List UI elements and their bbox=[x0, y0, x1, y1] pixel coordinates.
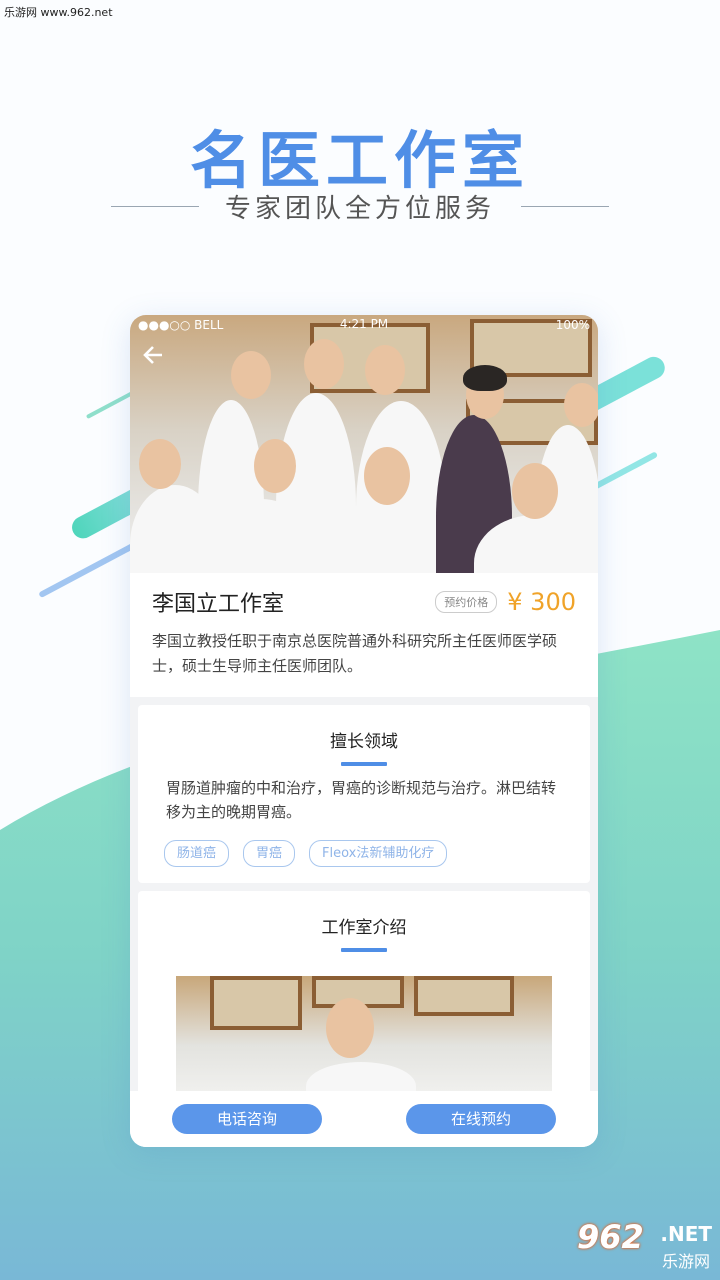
logo-number: 962 bbox=[577, 1218, 644, 1256]
divider-right bbox=[521, 205, 609, 207]
back-arrow-icon[interactable] bbox=[140, 341, 170, 371]
price-label: 预约价格 bbox=[435, 591, 498, 613]
specialty-tags: 肠道癌 胃癌 Fleox法新辅助化疗 bbox=[138, 824, 590, 867]
status-time: 4:21 PM bbox=[339, 317, 389, 331]
site-logo: 962 .NET 乐游网 bbox=[577, 1216, 712, 1272]
divider-left bbox=[110, 205, 199, 207]
specialty-title: 擅长领域 bbox=[330, 732, 398, 752]
price-value: ¥ 300 bbox=[507, 588, 576, 616]
nurse-head bbox=[564, 383, 598, 427]
logo-cn: 乐游网 bbox=[661, 1252, 710, 1271]
doctor-figure bbox=[306, 1062, 416, 1092]
intro-photo bbox=[176, 976, 552, 1092]
phone-mockup: ●●●○○ BELL 4:21 PM 100% 李国立工作室 预约价格 ¥ 30… bbox=[130, 315, 598, 1147]
doctor-head bbox=[254, 439, 296, 493]
doctor-head bbox=[365, 345, 405, 395]
title-underline bbox=[341, 948, 387, 952]
wall-frame bbox=[414, 976, 514, 1016]
doctor-head bbox=[326, 998, 374, 1058]
phone-consult-button[interactable]: 电话咨询 bbox=[172, 1104, 322, 1134]
team-photo: ●●●○○ BELL 4:21 PM 100% bbox=[130, 315, 598, 573]
studio-info-card: 李国立工作室 预约价格 ¥ 300 李国立教授任职于南京总医院普通外科研究所主任… bbox=[130, 573, 598, 697]
intro-title: 工作室介绍 bbox=[321, 918, 407, 938]
nurse-hair bbox=[463, 365, 507, 391]
hero-subtitle: 专家团队全方位服务 bbox=[224, 193, 495, 224]
hero-title: 名医工作室 bbox=[189, 124, 530, 197]
doctor-head bbox=[364, 447, 410, 505]
watermark-text: 乐游网 www.962.net bbox=[4, 6, 113, 19]
studio-description: 李国立教授任职于南京总医院普通外科研究所主任医师医学硕士，硕士生导师主任医师团队… bbox=[152, 632, 558, 675]
logo-net: .NET bbox=[660, 1222, 712, 1246]
status-bar: ●●●○○ BELL 4:21 PM 100% bbox=[130, 315, 598, 335]
action-bar: 电话咨询 在线预约 bbox=[130, 1091, 598, 1147]
doctor-head bbox=[231, 351, 271, 399]
studio-name: 李国立工作室 bbox=[152, 592, 285, 617]
doctor-head bbox=[512, 463, 558, 519]
specialty-text: 胃肠道肿瘤的中和治疗，胃癌的诊断规范与治疗。淋巴结转移为主的晚期胃癌。 bbox=[166, 779, 557, 821]
nurse-head bbox=[139, 439, 181, 489]
tag-item[interactable]: 胃癌 bbox=[243, 840, 296, 867]
doctor-head bbox=[304, 339, 344, 389]
specialty-section: 擅长领域 胃肠道肿瘤的中和治疗，胃癌的诊断规范与治疗。淋巴结转移为主的晚期胃癌。… bbox=[138, 705, 590, 883]
tag-item[interactable]: Fleox法新辅助化疗 bbox=[309, 840, 448, 867]
hero-subtitle-row: 专家团队全方位服务 bbox=[0, 190, 720, 224]
wall-frame bbox=[210, 976, 302, 1030]
online-booking-button[interactable]: 在线预约 bbox=[406, 1104, 556, 1134]
tag-item[interactable]: 肠道癌 bbox=[164, 840, 230, 867]
